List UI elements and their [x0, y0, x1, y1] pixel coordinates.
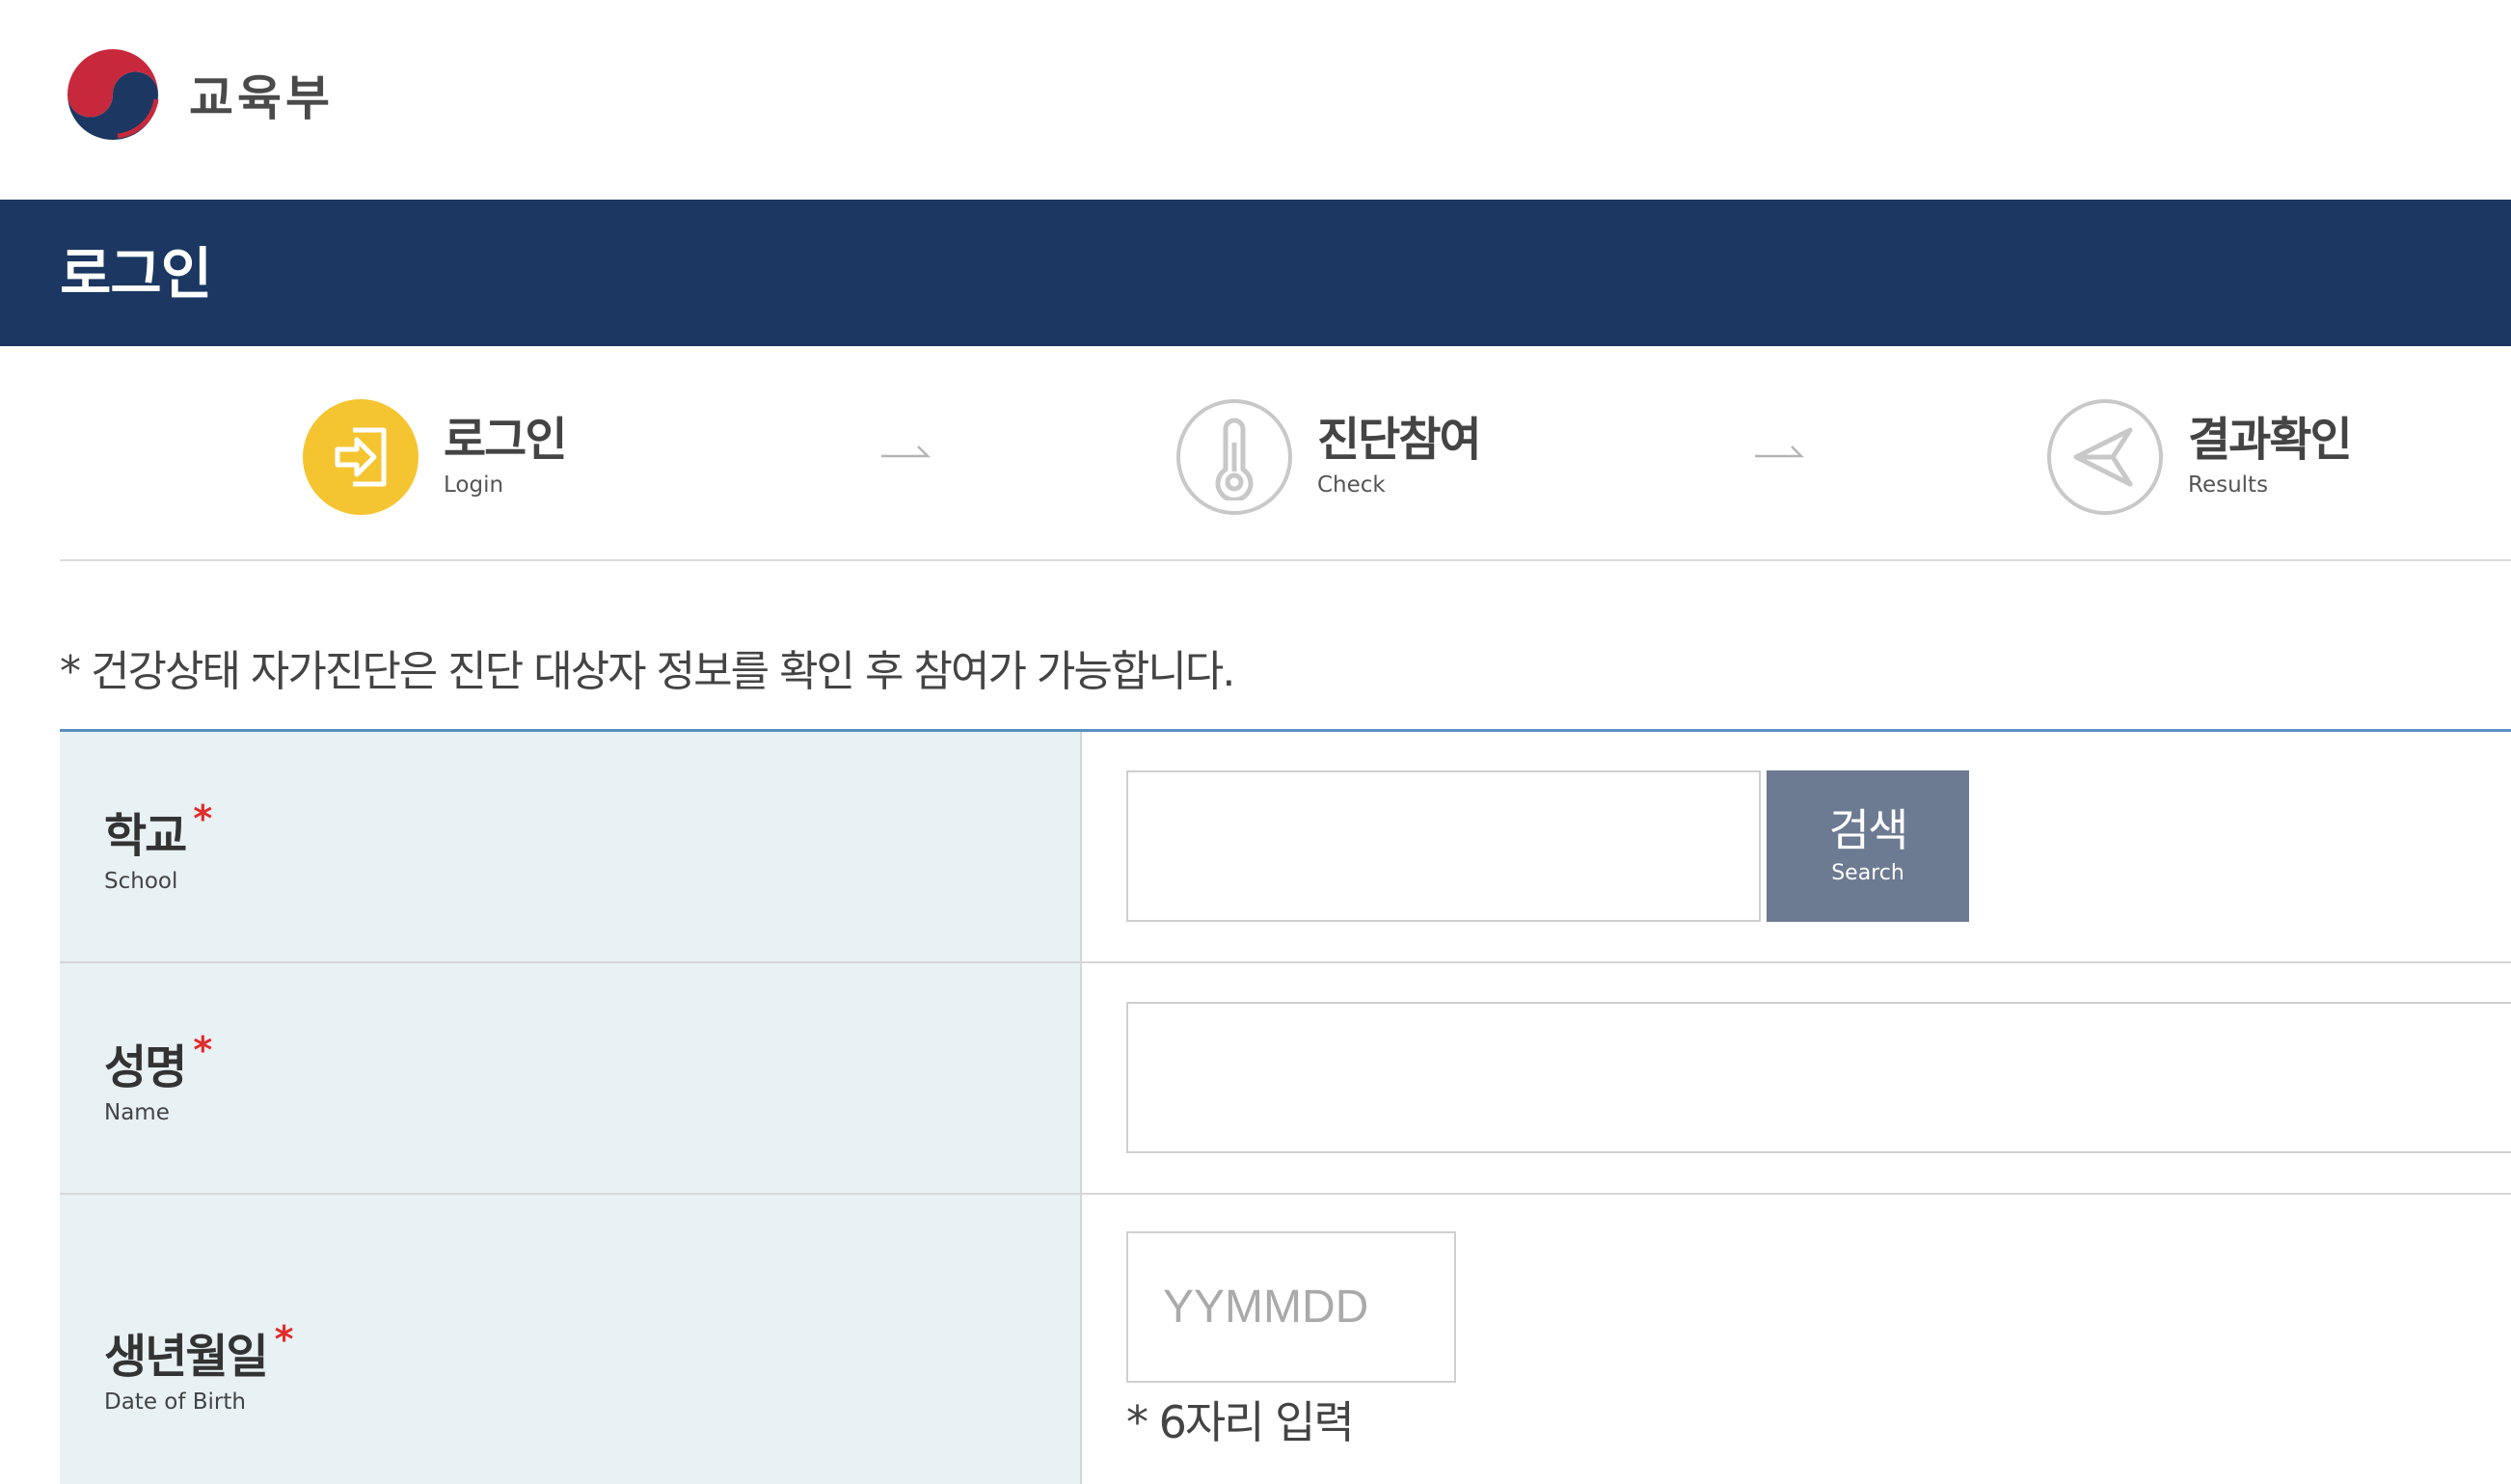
birthdate-hint: * 6자리 입력	[1126, 1396, 1355, 1448]
school-label-text: 학교	[104, 809, 187, 863]
name-label: 성명 *	[104, 1029, 212, 1096]
login-arrow-icon	[303, 399, 418, 515]
taegeuk-logo-icon	[60, 41, 166, 148]
step-results-title: 결과확인	[2188, 413, 2353, 467]
birth-sublabel: Date of Birth	[104, 1390, 246, 1415]
birth-label-cell: 생년월일 * Date of Birth	[60, 1195, 1082, 1484]
step-arrow-icon	[1753, 443, 1805, 466]
school-input[interactable]	[1126, 770, 1761, 922]
login-form: 학교 * School 검색 Search 성명 * Name 생년월일 * D…	[60, 729, 2511, 1484]
thermometer-icon	[1176, 399, 1292, 515]
required-mark: *	[274, 1318, 294, 1361]
logo-text: 교육부	[189, 70, 334, 126]
name-label-text: 성명	[104, 1040, 187, 1094]
notice-text: * 건강상태 자가진단은 진단 대상자 정보를 확인 후 참여가 가능합니다.	[60, 647, 1235, 696]
step-check-subtitle: Check	[1317, 472, 1386, 498]
top-header: 교육부	[0, 0, 2511, 200]
required-mark: *	[193, 1029, 212, 1071]
paper-plane-icon	[2047, 399, 2163, 515]
school-label: 학교 *	[104, 797, 212, 865]
page-title: 로그인	[60, 241, 212, 307]
birth-label-text: 생년월일	[104, 1330, 269, 1384]
search-button-sublabel: Search	[1831, 860, 1904, 885]
name-input[interactable]	[1126, 1002, 2511, 1153]
school-value-cell: 검색 Search	[1082, 732, 2511, 961]
step-results: 결과확인 Results	[2047, 399, 2353, 515]
school-sublabel: School	[104, 869, 178, 894]
required-mark: *	[193, 797, 212, 840]
search-button-label: 검색	[1828, 803, 1909, 856]
birthdate-input[interactable]	[1126, 1231, 1456, 1383]
step-arrow-icon	[879, 443, 932, 466]
form-row-birth: 생년월일* Date of Birth * 6자리 입력	[60, 1195, 2511, 1484]
form-row-name: 성명 * Name	[60, 963, 2511, 1195]
progress-steps: 로그인 Login 진단참여 Check 결과확인 Results	[60, 346, 2511, 561]
name-label-cell: 성명 * Name	[60, 963, 1082, 1193]
name-value-cell	[1082, 963, 2511, 1193]
name-sublabel: Name	[104, 1100, 170, 1125]
step-check: 진단참여 Check	[1176, 399, 1482, 515]
title-bar: 로그인	[0, 200, 2511, 346]
school-search-button[interactable]: 검색 Search	[1767, 770, 1969, 922]
birth-value-cell: * 6자리 입력	[1082, 1195, 2511, 1484]
step-login-subtitle: Login	[444, 472, 504, 498]
ministry-logo[interactable]: 교육부	[60, 41, 334, 148]
step-login-title: 로그인	[444, 413, 567, 467]
step-login: 로그인 Login	[303, 399, 567, 515]
school-label-cell: 학교 * School	[60, 732, 1082, 961]
birth-label: 생년월일 *	[104, 1318, 294, 1386]
step-results-subtitle: Results	[2188, 472, 2269, 498]
form-row-school: 학교 * School 검색 Search	[60, 732, 2511, 963]
step-check-title: 진단참여	[1317, 413, 1482, 467]
